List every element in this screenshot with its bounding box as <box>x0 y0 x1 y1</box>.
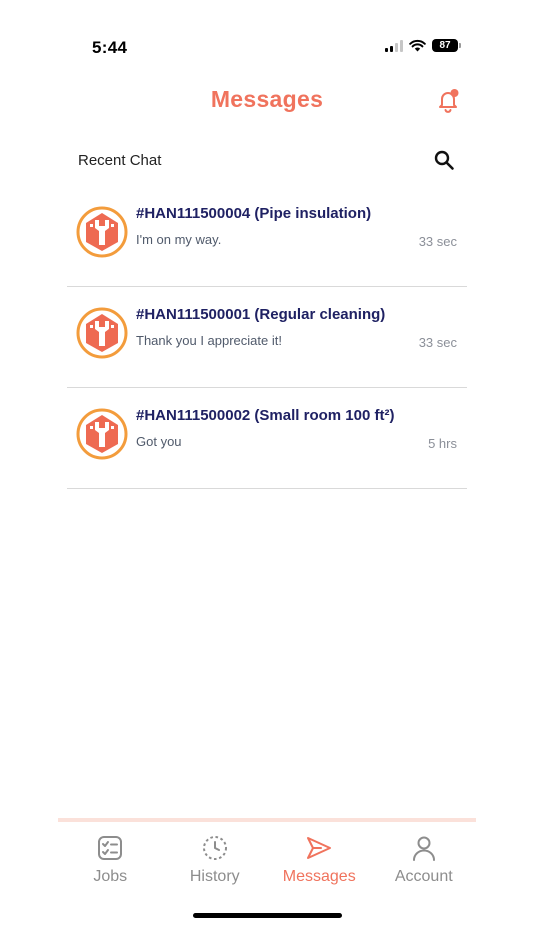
battery-icon: 87 <box>432 39 461 52</box>
tab-jobs[interactable]: Jobs <box>58 834 163 894</box>
tab-account[interactable]: Account <box>372 834 477 894</box>
home-indicator[interactable] <box>193 913 342 918</box>
handyman-logo-avatar <box>76 206 128 258</box>
recent-chat-label: Recent Chat <box>78 152 162 169</box>
chat-time: 33 sec <box>418 335 457 350</box>
tab-label: Messages <box>282 868 356 885</box>
jobs-checklist-icon <box>98 836 123 860</box>
search-icon[interactable] <box>432 148 456 172</box>
tab-label: History <box>189 868 240 885</box>
chat-title: #HAN111500004 (Pipe insulation) <box>136 205 372 222</box>
person-icon <box>412 836 435 861</box>
chat-time: 33 sec <box>418 234 457 249</box>
chat-time: 5 hrs <box>428 436 457 451</box>
tab-messages[interactable]: Messages <box>267 834 372 894</box>
status-bar: 5:44 87 <box>0 0 534 90</box>
recent-chat-row: Recent Chat <box>78 148 456 176</box>
chat-title: #HAN111500002 (Small room 100 ft²) <box>136 407 395 424</box>
wifi-icon <box>409 39 426 52</box>
tab-history[interactable]: History <box>163 834 268 894</box>
chat-list-item[interactable]: #HAN111500004 (Pipe insulation) I'm on m… <box>67 186 467 287</box>
chat-list-item[interactable]: #HAN111500002 (Small room 100 ft²) Got y… <box>67 388 467 489</box>
chat-preview: Got you <box>136 434 182 449</box>
tab-bar: Jobs History Messages Account <box>58 834 476 894</box>
tab-bar-divider <box>58 818 476 822</box>
chat-list: #HAN111500004 (Pipe insulation) I'm on m… <box>67 186 467 489</box>
send-icon <box>307 837 332 859</box>
handyman-logo-avatar <box>76 408 128 460</box>
chat-preview: I'm on my way. <box>136 232 222 247</box>
chat-title: #HAN111500001 (Regular cleaning) <box>136 306 386 323</box>
cellular-signal-icon <box>385 39 403 52</box>
header: Messages <box>0 80 534 120</box>
chat-preview: Thank you I appreciate it! <box>136 333 282 348</box>
status-icons: 87 <box>385 39 461 52</box>
chat-list-item[interactable]: #HAN111500001 (Regular cleaning) Thank y… <box>67 287 467 388</box>
history-clock-icon <box>202 836 227 860</box>
tab-label: Account <box>394 868 453 885</box>
handyman-logo-avatar <box>76 307 128 359</box>
tab-label: Jobs <box>93 868 128 885</box>
notification-bell-icon[interactable] <box>434 86 462 114</box>
status-time: 5:44 <box>92 38 128 57</box>
